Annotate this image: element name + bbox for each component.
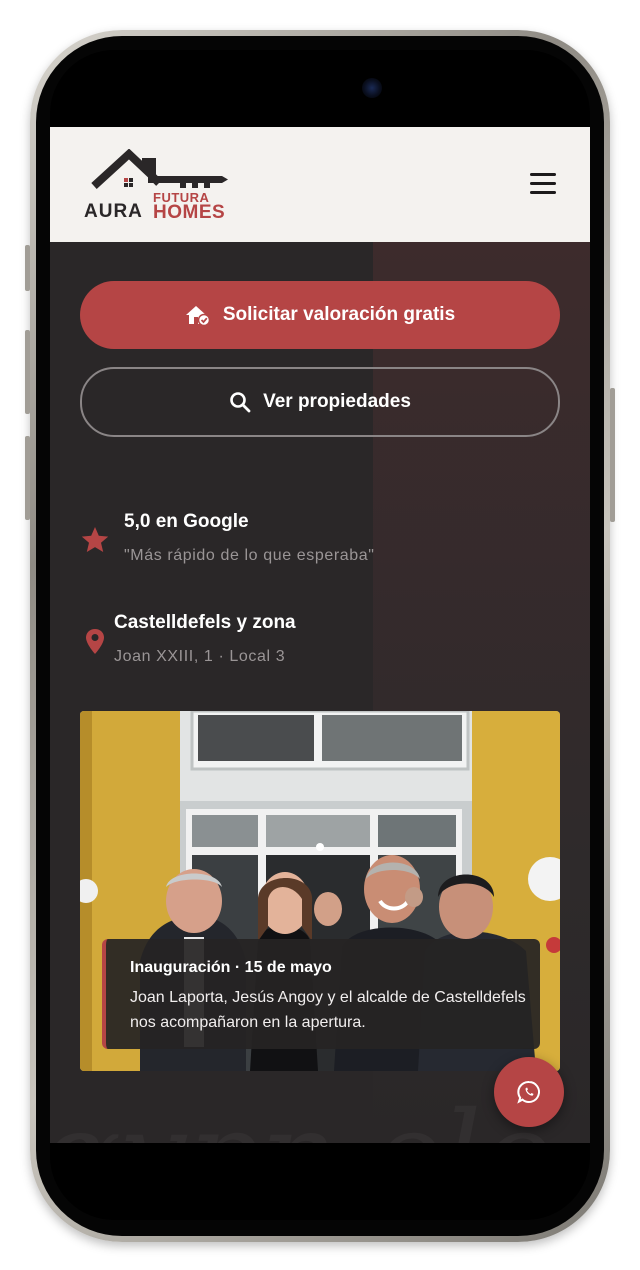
request-valuation-button[interactable]: Solicitar valoración gratis <box>80 281 560 349</box>
rating-quote: "Más rápido de lo que esperaba" <box>124 547 375 564</box>
location-info: Castelldefels y zona Joan XXIII, 1 · Loc… <box>80 612 560 682</box>
volume-down-button <box>25 436 30 520</box>
decorative-watermark: ɑvɐn ɔlo <box>50 1087 554 1143</box>
view-properties-label: Ver propiedades <box>263 391 411 412</box>
photo-caption: Inauguración · 15 de mayo Joan Laporta, … <box>102 939 540 1049</box>
site-header: AURA FUTURA HOMES <box>50 127 590 242</box>
phone-screen: ɑvɐn ɔlo AURA FUTURA HOMES <box>50 50 590 1220</box>
logo-house-key-icon <box>91 149 228 189</box>
logo-text-aura: AURA <box>84 201 143 222</box>
view-properties-button[interactable]: Ver propiedades <box>80 367 560 437</box>
camera-icon <box>362 78 382 98</box>
hamburger-menu-icon[interactable] <box>528 169 558 199</box>
whatsapp-button[interactable] <box>494 1057 564 1127</box>
house-check-icon <box>185 306 211 326</box>
rating-title: 5,0 en Google <box>124 511 249 532</box>
power-button <box>610 388 615 522</box>
location-address: Joan XXIII, 1 · Local 3 <box>114 648 286 665</box>
inauguration-photo: Inauguración · 15 de mayo Joan Laporta, … <box>80 711 560 1071</box>
logo[interactable]: AURA FUTURA HOMES <box>84 149 234 224</box>
dynamic-island <box>240 64 400 112</box>
google-rating: 5,0 en Google "Más rápido de lo que espe… <box>80 511 560 581</box>
caption-text: Joan Laporta, Jesús Angoy y el alcalde d… <box>130 989 526 1031</box>
map-pin-icon <box>86 629 104 654</box>
whatsapp-icon <box>517 1081 540 1104</box>
request-valuation-label: Solicitar valoración gratis <box>222 304 456 325</box>
logo-text-homes: HOMES <box>153 202 226 223</box>
page-content: ɑvɐn ɔlo AURA FUTURA HOMES <box>50 127 590 1143</box>
location-title: Castelldefels y zona <box>114 612 296 633</box>
caption-title: Inauguración · 15 de mayo <box>130 959 332 976</box>
action-button <box>25 245 30 291</box>
star-icon <box>81 527 109 552</box>
search-icon <box>230 392 251 413</box>
volume-up-button <box>25 330 30 414</box>
